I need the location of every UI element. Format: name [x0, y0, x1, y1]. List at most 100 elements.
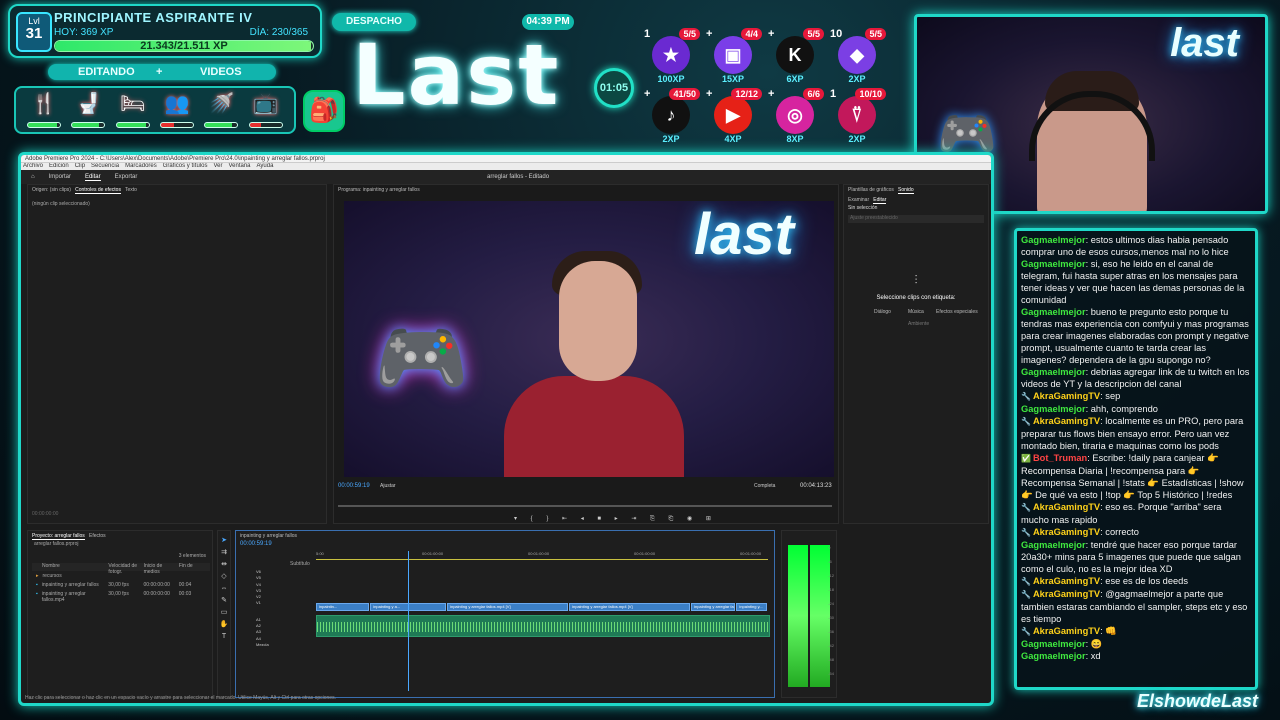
- project-cell: [144, 573, 175, 582]
- type-icon[interactable]: T: [218, 631, 230, 643]
- video-clip[interactable]: inpainting y arreglar fallos.mp4 [V]: [447, 603, 569, 611]
- video-clip[interactable]: inpainting y...: [736, 603, 767, 611]
- tab-graphics-templates[interactable]: Plantillas de gráficos: [848, 187, 894, 193]
- level-number: 31: [25, 25, 43, 42]
- fit-select[interactable]: Ajustar: [380, 483, 396, 489]
- subtab-edit[interactable]: Editar: [873, 197, 887, 204]
- home-icon[interactable]: ⌂: [31, 174, 35, 180]
- ripple-edit-icon[interactable]: ⇹: [218, 559, 230, 571]
- tab-project[interactable]: Proyecto: arreglar fallos: [32, 533, 85, 540]
- track-header[interactable]: Mezcla: [240, 642, 312, 651]
- slip-icon[interactable]: ⇔: [218, 583, 230, 595]
- people-icon: 👥: [164, 93, 190, 115]
- chat-username[interactable]: Gagmaelmejor: [1021, 540, 1086, 550]
- nav-export[interactable]: Exportar: [115, 174, 138, 180]
- option-dialogue[interactable]: Diálogo: [874, 309, 891, 315]
- chat-username[interactable]: Gagmaelmejor: [1021, 651, 1086, 661]
- razor-icon[interactable]: ◇: [218, 571, 230, 583]
- social-count: 41/50: [669, 88, 700, 100]
- subtitle-track-label: Subtítulo: [290, 561, 310, 567]
- chat-username[interactable]: AkraGamingTV: [1033, 527, 1100, 537]
- menu-item[interactable]: Ventana: [228, 163, 250, 170]
- sequence-icon: ▪: [36, 582, 38, 588]
- chat-username[interactable]: Bot_Truman: [1033, 453, 1087, 463]
- user-badge-icon: 🔧: [1021, 590, 1031, 599]
- menu-item[interactable]: Secuencia: [91, 163, 119, 170]
- chat-username[interactable]: Gagmaelmejor: [1021, 307, 1086, 317]
- tab-text[interactable]: Texto: [125, 187, 137, 193]
- option-music[interactable]: Música: [908, 309, 924, 315]
- subtab-browse[interactable]: Examinar: [848, 197, 869, 203]
- project-row[interactable]: ▸ recursos: [32, 573, 210, 582]
- column-header[interactable]: Nombre: [42, 563, 104, 571]
- project-cell: [109, 573, 140, 582]
- chat-username[interactable]: AkraGamingTV: [1033, 589, 1100, 599]
- option-ambience[interactable]: Ambiente: [908, 321, 929, 327]
- option-sfx[interactable]: Efectos especiales: [936, 309, 978, 315]
- chat-username[interactable]: Gagmaelmejor: [1021, 259, 1086, 269]
- work-area-bar[interactable]: [316, 559, 768, 560]
- program-tab[interactable]: Programa: inpainting y arreglar fallos: [334, 185, 838, 195]
- project-cell: 30,00 fps: [108, 582, 129, 588]
- quality-select[interactable]: Completa: [754, 483, 775, 489]
- menu-item[interactable]: Ver: [213, 163, 222, 170]
- project-row[interactable]: ▪ inpainting y arreglar fallos.mp4 30,00 f…: [32, 591, 210, 603]
- timeline-ruler[interactable]: 5:00 00:01:00:00 00:01:00:00 00:01:00:00 00:…: [316, 551, 766, 557]
- menu-item[interactable]: Edición: [49, 163, 69, 170]
- menu-item[interactable]: Marcadores: [125, 163, 157, 170]
- meter-tick: -54: [828, 671, 834, 676]
- column-header[interactable]: Inicio de medios: [144, 563, 175, 575]
- rect-icon[interactable]: ▭: [218, 607, 230, 619]
- video-clips: inpaintin... inpainting y a... inpainting …: [316, 603, 768, 613]
- video-clip[interactable]: inpainting y arreglar fallos.mp4 [V]: [691, 603, 736, 611]
- social-xp: 4XP: [724, 134, 742, 144]
- program-scrubber[interactable]: [338, 505, 832, 507]
- chat-message: 🔧 AkraGamingTV: eso es. Porque "arriba" s…: [1021, 501, 1251, 526]
- menu-item[interactable]: Gráficos y títulos: [163, 163, 208, 170]
- chat-username[interactable]: Gagmaelmejor: [1021, 367, 1086, 377]
- tab-source[interactable]: Origen: (sin clips): [32, 187, 71, 193]
- transport-controls[interactable]: ▾ { } ⇤ ◂ ■ ▸ ⇥ ⎘ ⎗ ◉ ⊞: [514, 515, 717, 523]
- stream-overlay: Lvl 31 PRINCIPIANTE ASPIRANTE IV HOY: 36…: [0, 0, 1280, 720]
- pen-icon[interactable]: ✎: [218, 595, 230, 607]
- chat-username[interactable]: Gagmaelmejor: [1021, 639, 1086, 649]
- playhead[interactable]: [408, 551, 409, 691]
- menu-item[interactable]: Archivo: [23, 163, 43, 170]
- project-row[interactable]: ▪ inpainting y arreglar fallos 30,00 fps 00…: [32, 582, 210, 591]
- hand-icon[interactable]: ✋: [218, 619, 230, 631]
- tab-sound[interactable]: Sonido: [898, 187, 914, 194]
- need-level-bar: [71, 122, 106, 128]
- chat-username[interactable]: AkraGamingTV: [1033, 626, 1100, 636]
- video-clip[interactable]: inpainting y arreglar fallos.mp4 [V]: [569, 603, 691, 611]
- no-selection: Sin selección: [848, 205, 878, 211]
- chat-username[interactable]: AkraGamingTV: [1033, 391, 1100, 401]
- audio-clip-a1[interactable]: [316, 615, 770, 637]
- column-header[interactable]: Fin de: [179, 563, 210, 571]
- chat-username[interactable]: Gagmaelmejor: [1021, 404, 1086, 414]
- chat-message: 🔧 AkraGamingTV: sep: [1021, 390, 1251, 403]
- menu-item[interactable]: Clip: [75, 163, 85, 170]
- nav-edit[interactable]: Editar: [84, 174, 101, 181]
- tab-effects[interactable]: Efectos: [89, 533, 106, 539]
- tab-effect-controls[interactable]: Controles de efectos: [75, 187, 121, 194]
- video-person-body: [504, 376, 684, 477]
- program-monitor: Programa: inpainting y arreglar fallos l…: [333, 184, 839, 524]
- chat-message: 🔧 AkraGamingTV: correcto: [1021, 526, 1251, 539]
- chat-username[interactable]: AkraGamingTV: [1033, 576, 1100, 586]
- selection-tool-icon[interactable]: ➤: [218, 535, 230, 547]
- social-prefix: +: [768, 28, 775, 40]
- menu-item[interactable]: Ayuda: [257, 163, 274, 170]
- video-clip[interactable]: inpaintin...: [316, 603, 370, 611]
- column-header[interactable]: Velocidad de fotogr.: [108, 563, 139, 575]
- user-badge-icon: ✅: [1021, 454, 1031, 463]
- chat-message: 🔧 AkraGamingTV: ese es de los deeds: [1021, 575, 1251, 588]
- preset-field[interactable]: Ajuste preestablecido: [848, 215, 984, 223]
- track-select-icon[interactable]: ⇉: [218, 547, 230, 559]
- nav-import[interactable]: Importar: [49, 174, 71, 180]
- chat-username[interactable]: Gagmaelmejor: [1021, 235, 1086, 245]
- chat-username[interactable]: AkraGamingTV: [1033, 416, 1100, 426]
- premiere-window: Adobe Premiere Pro 2024 - C:\Users\Alex\…: [18, 152, 994, 706]
- chat-username[interactable]: AkraGamingTV: [1033, 502, 1100, 512]
- track-header[interactable]: V1: [240, 600, 312, 606]
- timeline-tab[interactable]: inpainting y arreglar fallos: [236, 531, 774, 541]
